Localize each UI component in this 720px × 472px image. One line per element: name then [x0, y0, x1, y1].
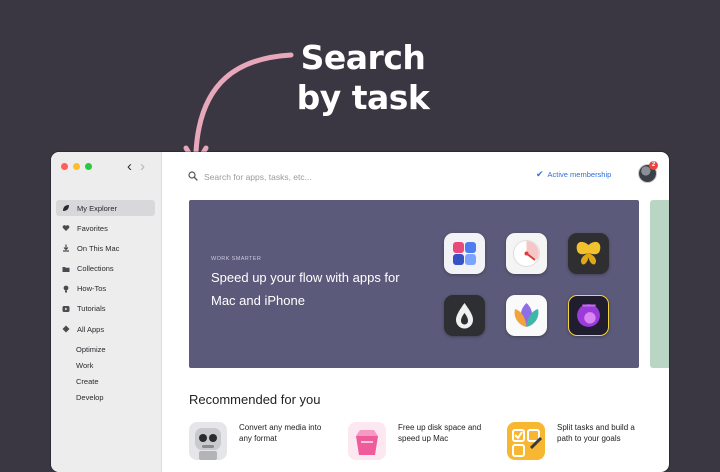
top-bar: ✔ Active membership 2	[161, 152, 669, 196]
diamond-icon	[62, 325, 70, 333]
circle-app-icon[interactable]	[568, 295, 609, 336]
minimize-window-button[interactable]	[73, 163, 80, 170]
forward-arrow-icon[interactable]: ›	[140, 158, 145, 175]
headline-line-1: Search	[300, 38, 426, 77]
heart-icon	[62, 224, 70, 232]
recommended-item[interactable]: Split tasks and build a path to your goa…	[507, 422, 647, 460]
search-input[interactable]	[204, 172, 424, 182]
drop-app-icon[interactable]	[444, 295, 485, 336]
banner-title: Speed up your flow with apps for Mac and…	[211, 270, 400, 308]
headline-line-2: by task	[296, 78, 430, 117]
recommended-item-text: Free up disk space and speed up Mac	[398, 423, 482, 443]
recommended-item[interactable]: Free up disk space and speed up Mac	[348, 422, 488, 460]
sidebar: ‹ › My Explorer Favorites On This Mac Co…	[51, 152, 162, 472]
banner-eyebrow: WORK SMARTER	[211, 256, 262, 262]
leaf-icon	[62, 204, 70, 212]
tasks-app-icon	[507, 422, 545, 460]
recommended-item-text: Convert any media into any format	[239, 423, 322, 443]
cleaner-app-icon	[348, 422, 386, 460]
notification-badge: 2	[649, 161, 658, 170]
sidebar-item-label: Favorites	[77, 223, 108, 233]
close-window-button[interactable]	[61, 163, 68, 170]
mosaic-app-icon[interactable]	[444, 233, 485, 274]
sidebar-item-label: All Apps	[77, 324, 105, 334]
lightbulb-icon	[62, 285, 70, 293]
sidebar-subitem-optimize[interactable]: Optimize	[56, 341, 155, 357]
sidebar-item-on-this-mac[interactable]: On This Mac	[56, 240, 155, 256]
sidebar-item-collections[interactable]: Collections	[56, 261, 155, 277]
recommended-item[interactable]: Convert any media into any format	[189, 422, 329, 460]
sidebar-item-label: On This Mac	[77, 243, 120, 253]
timer-app-icon[interactable]	[506, 233, 547, 274]
next-banner-peek[interactable]	[650, 200, 669, 368]
sidebar-item-label: Collections	[77, 264, 114, 274]
search-icon	[188, 168, 198, 186]
sidebar-item-label: My Explorer	[77, 203, 118, 213]
folder-icon	[62, 265, 70, 273]
play-icon	[62, 305, 70, 313]
headline: Search by task	[288, 38, 438, 118]
search-bar	[188, 168, 424, 186]
sidebar-item-favorites[interactable]: Favorites	[56, 220, 155, 236]
app-window: ‹ › My Explorer Favorites On This Mac Co…	[51, 152, 669, 472]
checkmark-icon: ✔	[536, 169, 544, 179]
sidebar-subitem-develop[interactable]: Develop	[56, 389, 155, 405]
sidebar-subitem-work[interactable]: Work	[56, 357, 155, 373]
zoom-window-button[interactable]	[85, 163, 92, 170]
back-arrow-icon[interactable]: ‹	[127, 158, 132, 175]
membership-status[interactable]: ✔ Active membership	[536, 169, 611, 180]
sidebar-item-my-explorer[interactable]: My Explorer	[56, 200, 155, 216]
sidebar-item-label: How-Tos	[77, 284, 107, 294]
section-title-recommended: Recommended for you	[189, 392, 321, 407]
flower-app-icon[interactable]	[506, 295, 547, 336]
sidebar-subitem-create[interactable]: Create	[56, 373, 155, 389]
sidebar-item-label: Tutorials	[77, 304, 106, 314]
sidebar-menu: My Explorer Favorites On This Mac Collec…	[56, 200, 155, 405]
sidebar-item-how-tos[interactable]: How-Tos	[56, 281, 155, 297]
navigation-arrows: ‹ ›	[127, 158, 145, 175]
download-icon	[62, 244, 70, 252]
recommended-item-text: Split tasks and build a path to your goa…	[557, 423, 635, 443]
featured-banner[interactable]: WORK SMARTER Speed up your flow with app…	[189, 200, 639, 368]
sidebar-item-tutorials[interactable]: Tutorials	[56, 301, 155, 317]
sidebar-item-all-apps[interactable]: All Apps	[56, 321, 155, 337]
butterfly-app-icon[interactable]	[568, 233, 609, 274]
robot-app-icon	[189, 422, 227, 460]
membership-label: Active membership	[547, 170, 612, 179]
window-controls	[61, 163, 92, 170]
